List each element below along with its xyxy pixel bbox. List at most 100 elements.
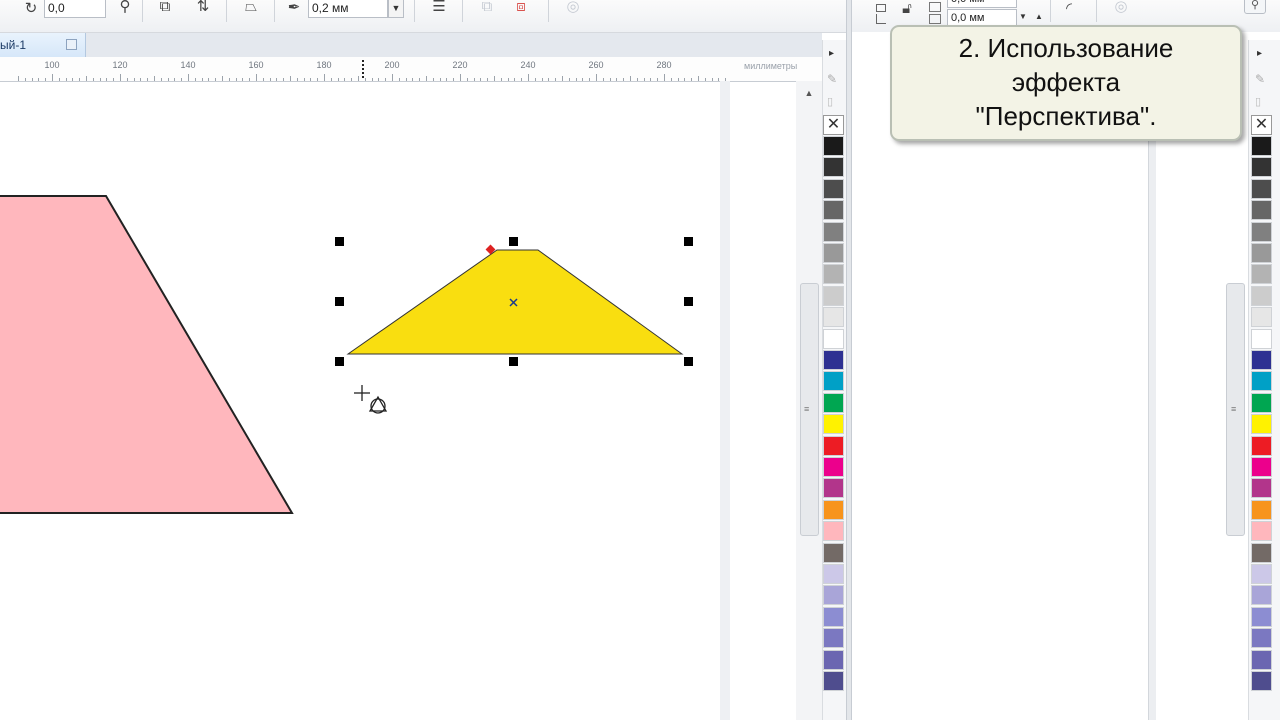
color-swatch[interactable]	[823, 671, 844, 691]
color-swatch[interactable]	[1251, 585, 1272, 606]
no-color-swatch[interactable]: ✕	[823, 115, 844, 135]
drawing-canvas[interactable]	[0, 81, 720, 720]
tab-close-icon[interactable]	[66, 39, 77, 50]
color-swatch[interactable]	[1251, 157, 1272, 178]
scroll-up-icon[interactable]: ▲	[802, 88, 816, 98]
color-swatch[interactable]	[1251, 221, 1272, 242]
color-swatch[interactable]	[1251, 328, 1272, 349]
color-swatch[interactable]	[1251, 499, 1272, 520]
corner-checkbox[interactable]	[929, 2, 941, 12]
color-swatch[interactable]	[823, 285, 844, 306]
to-front-icon[interactable]: ⧉	[476, 0, 498, 18]
selection-handle[interactable]	[335, 237, 344, 246]
color-swatch[interactable]	[823, 564, 844, 584]
spin-up-icon[interactable]: ▲	[1035, 12, 1043, 21]
outline-width-field[interactable]: 0,2 мм	[308, 0, 388, 18]
color-swatch[interactable]	[823, 264, 844, 285]
color-swatch[interactable]	[823, 542, 844, 563]
color-swatch[interactable]	[1251, 649, 1272, 670]
color-swatch[interactable]	[1251, 606, 1272, 627]
color-swatch[interactable]	[823, 585, 844, 606]
eyedropper-icon[interactable]: ✎	[1255, 72, 1265, 86]
selection-handle[interactable]	[335, 357, 344, 366]
lock-icon[interactable]: 🔓︎	[896, 0, 918, 20]
palette-expand-icon[interactable]: ▸	[1257, 48, 1262, 59]
color-swatch[interactable]	[823, 628, 844, 649]
toolbar-separator	[414, 0, 415, 22]
ruler-label: 240	[520, 60, 536, 70]
color-swatch[interactable]	[1251, 264, 1272, 285]
color-swatch[interactable]	[1251, 285, 1272, 306]
color-swatch[interactable]	[823, 157, 844, 178]
color-swatch[interactable]	[1251, 521, 1272, 542]
color-swatch[interactable]	[823, 328, 844, 349]
convert-icon[interactable]: ◎	[1110, 0, 1132, 18]
color-swatch[interactable]	[1251, 542, 1272, 563]
color-swatch[interactable]	[1251, 307, 1272, 328]
color-swatch[interactable]	[823, 478, 844, 499]
color-swatch[interactable]	[823, 136, 844, 156]
selection-handle[interactable]	[335, 297, 344, 306]
selection-handle[interactable]	[509, 237, 518, 246]
color-swatch[interactable]	[823, 243, 844, 263]
eyedropper-icon[interactable]: ✎	[827, 72, 837, 86]
corner-radius-field-top[interactable]: 0,0 мм	[947, 0, 1017, 8]
bucket-icon[interactable]: ▯	[827, 95, 833, 108]
wrap-text-icon[interactable]: ☰	[428, 0, 450, 18]
dropdown-icon[interactable]: ▼	[388, 0, 404, 18]
color-swatch[interactable]	[823, 178, 844, 199]
color-swatch[interactable]	[823, 307, 844, 328]
color-swatch[interactable]	[823, 457, 844, 477]
page-border	[720, 81, 730, 720]
ruler-unit-label: миллиметры	[744, 61, 798, 71]
color-swatch[interactable]	[1251, 478, 1272, 499]
scrollbar-thumb[interactable]	[800, 283, 819, 536]
color-swatch[interactable]	[1251, 392, 1272, 413]
lock-icon[interactable]: ⚲	[114, 0, 136, 18]
color-swatch[interactable]	[823, 521, 844, 542]
selection-handle[interactable]	[684, 237, 693, 246]
color-swatch[interactable]	[1251, 671, 1272, 691]
color-swatch[interactable]	[823, 649, 844, 670]
color-swatch[interactable]	[1251, 414, 1272, 435]
color-swatch[interactable]	[1251, 457, 1272, 477]
bucket-icon[interactable]: ▯	[1255, 95, 1261, 108]
rotation-angle-field[interactable]: 0,0	[44, 0, 106, 18]
selection-handle[interactable]	[684, 357, 693, 366]
selection-handle[interactable]	[509, 357, 518, 366]
document-tab-bar	[0, 33, 822, 58]
perspective-icon[interactable]: ⏢	[240, 0, 262, 18]
color-swatch[interactable]	[1251, 178, 1272, 199]
selection-handle[interactable]	[684, 297, 693, 306]
dropdown-icon[interactable]: ▼	[1019, 12, 1027, 21]
color-swatch[interactable]	[823, 606, 844, 627]
corner-icon[interactable]	[876, 14, 886, 24]
color-swatch[interactable]	[1251, 136, 1272, 156]
color-swatch[interactable]	[823, 371, 844, 392]
no-color-swatch[interactable]: ✕	[1251, 115, 1272, 135]
color-swatch[interactable]	[823, 200, 844, 221]
color-swatch[interactable]	[823, 499, 844, 520]
color-swatch[interactable]	[1251, 350, 1272, 370]
convert-icon[interactable]: ◎	[562, 0, 584, 18]
corner-scale-icon[interactable]: ◜	[1058, 0, 1080, 20]
corner-checkbox[interactable]	[929, 14, 941, 24]
color-swatch[interactable]	[823, 392, 844, 413]
search-icon[interactable]: ⚲	[1244, 0, 1266, 14]
corner-icon[interactable]	[876, 4, 886, 12]
color-swatch[interactable]	[1251, 371, 1272, 392]
color-swatch[interactable]	[823, 414, 844, 435]
color-swatch[interactable]	[1251, 435, 1272, 456]
pink-trapezoid[interactable]	[0, 195, 294, 514]
color-swatch[interactable]	[1251, 243, 1272, 263]
color-swatch[interactable]	[1251, 628, 1272, 649]
color-swatch[interactable]	[1251, 564, 1272, 584]
color-swatch[interactable]	[1251, 200, 1272, 221]
mirror-horizontal-icon[interactable]: ⧉	[154, 0, 176, 18]
color-swatch[interactable]	[823, 435, 844, 456]
mirror-vertical-icon[interactable]: ⇅	[192, 0, 214, 18]
to-back-icon[interactable]: ⧈	[510, 0, 532, 18]
color-swatch[interactable]	[823, 350, 844, 370]
palette-expand-icon[interactable]: ▸	[829, 48, 834, 59]
color-swatch[interactable]	[823, 221, 844, 242]
